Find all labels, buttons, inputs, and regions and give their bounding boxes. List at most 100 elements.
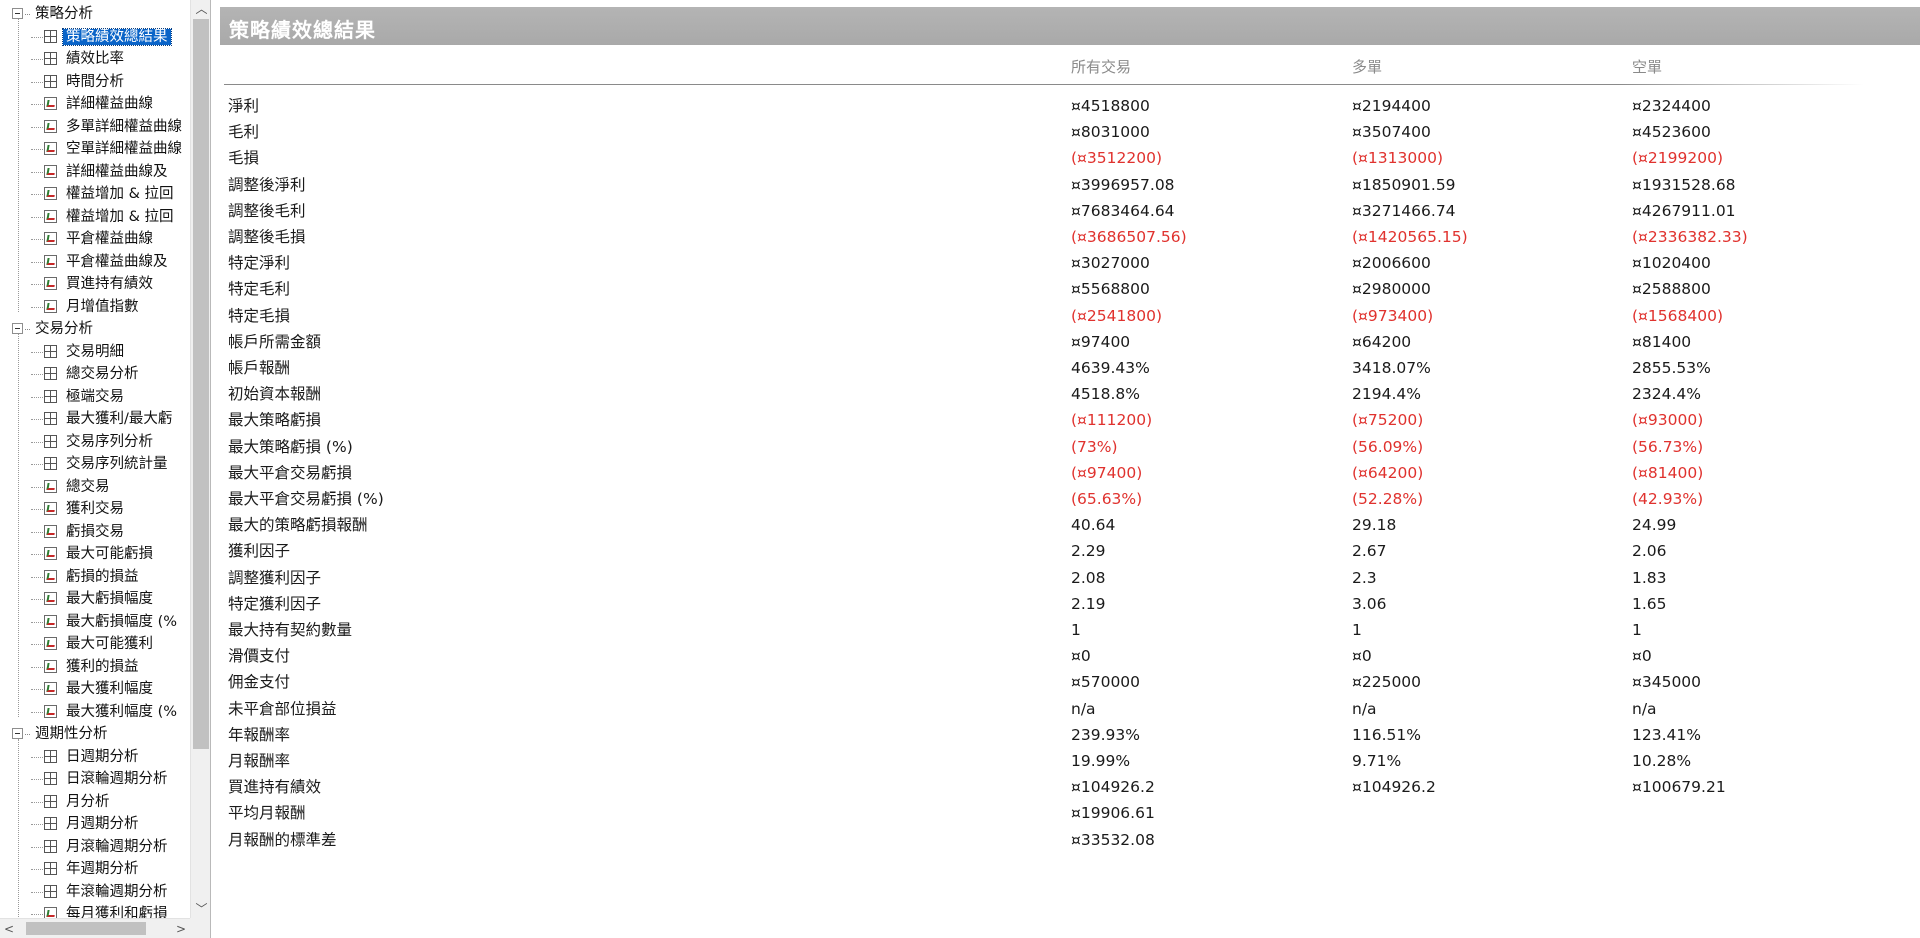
value-short: (¤2336382.33) (1632, 228, 1748, 246)
tree-item[interactable]: 最大可能獲利 (31, 633, 156, 655)
tree-group[interactable]: 策略分析 (12, 3, 96, 25)
table-row: 平均月報酬 ¤19906.61 (214, 800, 1914, 826)
tree-item[interactable]: 詳細權益曲線 (31, 93, 156, 115)
collapse-icon[interactable] (12, 323, 23, 334)
tree-item-label: 績效比率 (66, 51, 124, 67)
value-long: 9.71% (1352, 752, 1402, 770)
tree-item[interactable]: 最大獲利幅度 (31, 678, 156, 700)
tree-item[interactable]: 最大獲利/最大虧 (31, 408, 175, 430)
tree-item[interactable]: 極端交易 (31, 386, 127, 408)
value-all-trades: 2.19 (1071, 594, 1106, 613)
value-long: n/a (1352, 699, 1377, 718)
value-long: (¤1313000) (1352, 149, 1443, 168)
navigation-tree-panel: 策略分析策略績效總結果績效比率時間分析 詳細權益曲線多單詳細權益曲線空單詳細權益曲… (0, 0, 211, 938)
tree-item[interactable]: 最大獲利幅度 (% (31, 701, 180, 723)
tree-item[interactable]: 日週期分析 (31, 746, 142, 768)
table-icon (44, 389, 57, 403)
tree-item-label: 最大獲利幅度 (% (66, 703, 178, 720)
tree-item-label: 多單詳細權益曲線 (66, 118, 182, 135)
chart-icon (44, 142, 57, 155)
chart-icon (44, 704, 57, 718)
tree-item[interactable]: 年週期分析 (31, 858, 142, 880)
tree-vertical-scrollbar[interactable]: ︿ ﹀ (190, 0, 210, 918)
tree-item-label: 交易序列分析 (66, 433, 153, 450)
tree-item[interactable]: 多單詳細權益曲線 (31, 116, 185, 138)
tree-item[interactable]: 月週期分析 (31, 813, 142, 835)
tree-item[interactable]: 獲利交易 (31, 498, 127, 520)
tree-item-label: 虧損交易 (66, 523, 124, 540)
tree-item[interactable]: 詳細權益曲線及 (31, 161, 171, 183)
tree-item[interactable]: 買進持有績效 (31, 273, 156, 295)
value-long: ¤104926.2 (1352, 778, 1436, 797)
metric-label: 毛利 (228, 123, 260, 142)
metric-label: 初始資本報酬 (228, 385, 322, 404)
tree-item[interactable]: 權益增加 & 拉回 (31, 206, 177, 228)
tree-connector-line (18, 334, 19, 717)
value-long: ¤3507400 (1352, 123, 1431, 142)
metric-label: 最大策略虧損 (%) (228, 437, 353, 456)
table-icon (44, 794, 57, 808)
tree-item[interactable]: 最大可能虧損 (31, 543, 156, 565)
horizontal-scroll-thumb[interactable] (26, 922, 146, 935)
metric-label: 特定毛損 (228, 306, 291, 325)
scroll-down-arrow-icon[interactable]: ﹀ (191, 900, 210, 918)
tree-group[interactable]: 週期性分析 (12, 723, 111, 745)
table-icon (44, 74, 57, 88)
table-row: 調整獲利因子 2.08 2.3 1.83 (214, 565, 1914, 591)
tree-item[interactable]: 日滾輪週期分析 (31, 768, 171, 790)
tree-item[interactable]: 權益增加 & 拉回 (31, 183, 177, 205)
value-all-trades: 239.93% (1071, 725, 1140, 744)
collapse-icon[interactable] (12, 8, 23, 19)
tree-group[interactable]: 交易分析 (12, 318, 96, 340)
tree-item[interactable]: 總交易分析 (31, 363, 142, 385)
chart-icon (44, 659, 57, 673)
metric-label: 獲利因子 (228, 542, 291, 561)
scroll-right-arrow-icon[interactable]: > (172, 919, 190, 938)
tree-item[interactable]: 最大虧損幅度 (31, 588, 156, 610)
table-row: 最大策略虧損 (%) (73%) (56.09%) (56.73%) (214, 434, 1914, 460)
tree-item[interactable]: 績效比率 (31, 48, 127, 70)
tree-item[interactable]: 交易序列統計量 (31, 453, 171, 475)
tree-item[interactable]: 空單詳細權益曲線 (31, 138, 185, 160)
tree-item-label: 最大虧損幅度 (66, 591, 153, 607)
table-row: 毛損 (¤3512200) (¤1313000) (¤2199200) (214, 145, 1914, 171)
tree-item[interactable]: 虧損交易 (31, 521, 127, 543)
tree-horizontal-scrollbar[interactable]: < > (0, 918, 190, 938)
tree-item[interactable]: 每月獲利和虧損 (31, 903, 171, 918)
tree-item[interactable]: 時間分析 (31, 71, 127, 93)
metric-label: 淨利 (228, 97, 260, 115)
tree-item[interactable]: 策略績效總結果 (31, 26, 172, 48)
tree-item[interactable]: 月分析 (31, 791, 113, 813)
value-all-trades: ¤8031000 (1071, 123, 1150, 142)
tree-item[interactable]: 總交易 (31, 476, 113, 498)
tree-item-label: 最大可能獲利 (66, 636, 153, 652)
tree-item[interactable]: 平倉權益曲線及 (31, 251, 171, 273)
tree-item[interactable]: 最大虧損幅度 (% (31, 611, 180, 633)
vertical-scroll-thumb[interactable] (193, 19, 209, 749)
value-short: ¤4523600 (1632, 123, 1711, 142)
value-all-trades: ¤19906.61 (1071, 804, 1155, 823)
value-short: ¤100679.21 (1632, 778, 1726, 797)
scroll-left-arrow-icon[interactable]: < (0, 919, 18, 938)
tree-item-label: 每月獲利和虧損 (66, 906, 168, 918)
tree-item[interactable]: 年滾輪週期分析 (31, 881, 171, 903)
tree-item[interactable]: 交易序列分析 (31, 431, 156, 453)
value-all-trades: ¤3027000 (1071, 254, 1150, 273)
table-row: 帳戶報酬 4639.43% 3418.07% 2855.53% (214, 355, 1914, 381)
tree-item-label: 詳細權益曲線及 (66, 163, 168, 180)
tree-item[interactable]: 獲利的損益 (31, 656, 142, 678)
tree-item[interactable]: 月滾輪週期分析 (31, 836, 171, 858)
scroll-up-arrow-icon[interactable]: ︿ (191, 0, 210, 18)
tree-item[interactable]: 虧損的損益 (31, 566, 142, 588)
tree-item[interactable]: 月增值指數 (31, 296, 142, 318)
table-icon (44, 52, 57, 65)
tree-item[interactable]: 平倉權益曲線 (31, 228, 156, 250)
value-all-trades: ¤5568800 (1071, 280, 1150, 299)
value-long: ¤2006600 (1352, 254, 1431, 273)
tree-item-label: 買進持有績效 (66, 276, 153, 292)
tree-item[interactable]: 交易明細 (31, 341, 127, 363)
tree-group-label: 策略分析 (35, 6, 93, 22)
collapse-icon[interactable] (12, 728, 23, 739)
value-short: 2.06 (1632, 542, 1667, 561)
table-row: 特定淨利 ¤3027000 ¤2006600 ¤1020400 (214, 250, 1914, 276)
